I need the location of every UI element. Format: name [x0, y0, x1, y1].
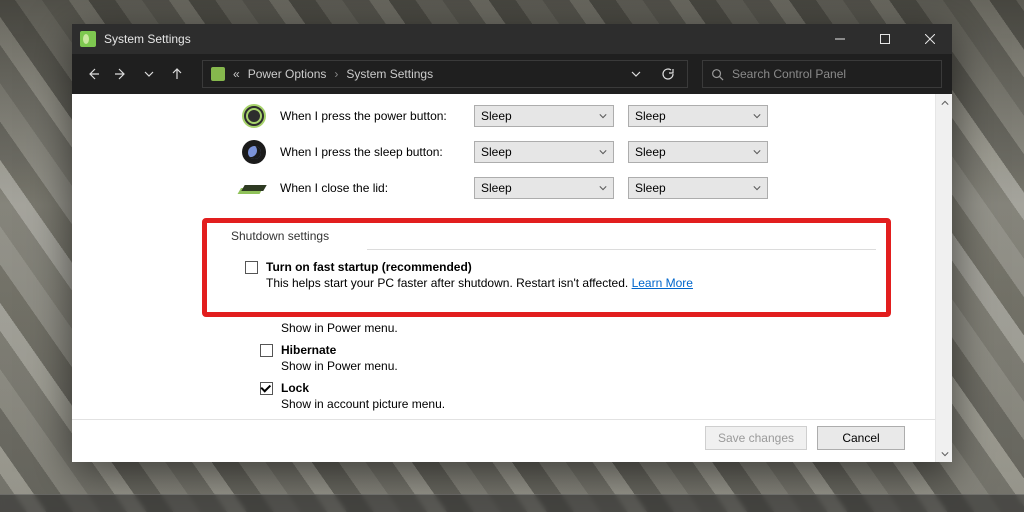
window-title: System Settings	[104, 32, 191, 46]
shutdown-settings-heading: Shutdown settings	[231, 229, 876, 243]
scroll-up-icon[interactable]	[936, 94, 953, 111]
sleep-option-description: Show in Power menu.	[281, 321, 891, 335]
vertical-scrollbar[interactable]	[935, 94, 952, 462]
forward-button[interactable]	[110, 63, 132, 85]
hibernate-description: Show in Power menu.	[281, 359, 891, 373]
power-button-label: When I press the power button:	[280, 109, 460, 123]
fast-startup-option: Turn on fast startup (recommended) This …	[245, 260, 876, 290]
sleep-button-label: When I press the sleep button:	[280, 145, 460, 159]
fast-startup-highlight: Shutdown settings Turn on fast startup (…	[202, 218, 891, 317]
system-settings-window: System Settings « Power Options › System…	[72, 24, 952, 462]
dialog-footer: Save changes Cancel	[72, 419, 935, 462]
close-button[interactable]	[907, 24, 952, 54]
cancel-button[interactable]: Cancel	[817, 426, 905, 450]
sleep-button-battery-select[interactable]: Sleep	[474, 141, 614, 163]
save-changes-button[interactable]: Save changes	[705, 426, 807, 450]
fast-startup-description: This helps start your PC faster after sh…	[266, 276, 876, 290]
fast-startup-label: Turn on fast startup (recommended)	[266, 260, 472, 274]
lid-label: When I close the lid:	[280, 181, 460, 195]
app-icon	[80, 31, 96, 47]
lid-icon	[242, 176, 266, 200]
hibernate-label: Hibernate	[281, 343, 336, 357]
address-folder-icon	[211, 67, 225, 81]
moon-icon	[242, 140, 266, 164]
breadcrumb-power-options[interactable]: Power Options	[248, 67, 327, 81]
refresh-button[interactable]	[657, 63, 679, 85]
breadcrumb-separator: ›	[334, 67, 338, 81]
breadcrumb: « Power Options › System Settings	[233, 67, 617, 81]
minimize-button[interactable]	[817, 24, 862, 54]
learn-more-link[interactable]: Learn More	[632, 276, 693, 290]
content-pane: When I press the power button: Sleep Sle…	[72, 94, 935, 462]
lock-option: Lock Show in account picture menu.	[260, 381, 891, 411]
breadcrumb-prefix: «	[233, 67, 240, 81]
explorer-navbar: « Power Options › System Settings	[72, 54, 952, 94]
address-bar[interactable]: « Power Options › System Settings	[202, 60, 688, 88]
section-divider	[367, 249, 876, 250]
recent-locations-button[interactable]	[138, 63, 160, 85]
search-input[interactable]	[732, 67, 933, 81]
scroll-down-icon[interactable]	[936, 445, 953, 462]
sleep-button-row: When I press the sleep button: Sleep Sle…	[72, 134, 935, 170]
up-button[interactable]	[166, 63, 188, 85]
sleep-option: Show in Power menu.	[260, 321, 891, 335]
hibernate-option: Hibernate Show in Power menu.	[260, 343, 891, 373]
search-icon	[711, 68, 724, 81]
power-icon	[242, 104, 266, 128]
power-button-row: When I press the power button: Sleep Sle…	[72, 98, 935, 134]
desktop-dock	[0, 494, 1024, 512]
lid-row: When I close the lid: Sleep Sleep	[72, 170, 935, 206]
sleep-button-plugged-select[interactable]: Sleep	[628, 141, 768, 163]
search-box[interactable]	[702, 60, 942, 88]
address-dropdown-button[interactable]	[625, 63, 647, 85]
titlebar: System Settings	[72, 24, 952, 54]
maximize-button[interactable]	[862, 24, 907, 54]
lock-description: Show in account picture menu.	[281, 397, 891, 411]
hibernate-checkbox[interactable]	[260, 344, 273, 357]
power-button-plugged-select[interactable]: Sleep	[628, 105, 768, 127]
fast-startup-checkbox[interactable]	[245, 261, 258, 274]
back-button[interactable]	[82, 63, 104, 85]
lid-plugged-select[interactable]: Sleep	[628, 177, 768, 199]
power-button-battery-select[interactable]: Sleep	[474, 105, 614, 127]
lock-label: Lock	[281, 381, 309, 395]
lock-checkbox[interactable]	[260, 382, 273, 395]
breadcrumb-system-settings[interactable]: System Settings	[346, 67, 433, 81]
lid-battery-select[interactable]: Sleep	[474, 177, 614, 199]
